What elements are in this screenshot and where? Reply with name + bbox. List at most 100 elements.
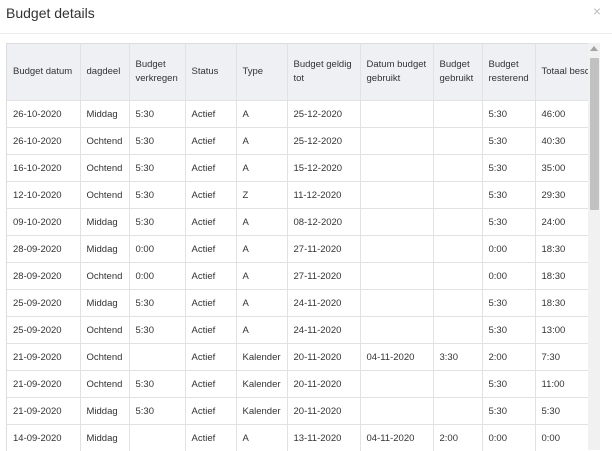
table-cell <box>433 209 482 236</box>
budget-table: Budget datum dagdeel Budget verkregen St… <box>7 44 589 451</box>
table-cell: 09-10-2020 <box>7 209 80 236</box>
table-cell: 5:30 <box>129 128 185 155</box>
table-cell: 2:00 <box>433 425 482 451</box>
table-cell: Middag <box>80 425 129 451</box>
column-header-budget-gebruikt[interactable]: Budget gebruikt <box>433 44 482 101</box>
table-row[interactable]: 16-10-2020Ochtend5:30ActiefA15-12-20205:… <box>7 155 589 182</box>
table-cell: 0:00 <box>535 425 589 451</box>
table-cell: 13-11-2020 <box>287 425 360 451</box>
table-cell <box>433 182 482 209</box>
table-row[interactable]: 25-09-2020Ochtend5:30ActiefA24-11-20205:… <box>7 317 589 344</box>
column-header-budget-resterend[interactable]: Budget resterend <box>482 44 535 101</box>
table-cell: 04-11-2020 <box>360 425 433 451</box>
scrollbar-thumb[interactable] <box>590 58 599 210</box>
column-header-budget-verkregen[interactable]: Budget verkregen <box>129 44 185 101</box>
table-cell: Ochtend <box>80 317 129 344</box>
table-cell: 5:30 <box>129 371 185 398</box>
budget-table-container[interactable]: Budget datum dagdeel Budget verkregen St… <box>6 43 589 451</box>
table-cell <box>433 290 482 317</box>
table-cell: 24-11-2020 <box>287 317 360 344</box>
table-cell: Actief <box>185 182 236 209</box>
table-cell: Ochtend <box>80 128 129 155</box>
table-cell: 5:30 <box>129 398 185 425</box>
table-row[interactable]: 09-10-2020Middag5:30ActiefA08-12-20205:3… <box>7 209 589 236</box>
table-cell: 25-09-2020 <box>7 290 80 317</box>
table-cell: A <box>236 263 287 290</box>
table-cell: 18:30 <box>535 236 589 263</box>
table-cell: 26-10-2020 <box>7 101 80 128</box>
chevron-up-icon[interactable] <box>590 46 598 51</box>
table-cell: 5:30 <box>482 209 535 236</box>
close-icon[interactable]: × <box>590 2 604 20</box>
table-cell: 29:30 <box>535 182 589 209</box>
table-row[interactable]: 28-09-2020Ochtend0:00ActiefA27-11-20200:… <box>7 263 589 290</box>
table-cell: Actief <box>185 263 236 290</box>
table-cell: 25-09-2020 <box>7 317 80 344</box>
table-cell <box>360 101 433 128</box>
table-cell: 15-12-2020 <box>287 155 360 182</box>
table-cell: 5:30 <box>482 182 535 209</box>
table-cell: 5:30 <box>129 182 185 209</box>
table-cell: 21-09-2020 <box>7 398 80 425</box>
table-cell: 2:00 <box>482 344 535 371</box>
table-cell: Middag <box>80 209 129 236</box>
table-cell: Actief <box>185 209 236 236</box>
table-row[interactable]: 28-09-2020Middag0:00ActiefA27-11-20200:0… <box>7 236 589 263</box>
dialog-title: Budget details <box>6 3 95 23</box>
table-cell: 11-12-2020 <box>287 182 360 209</box>
table-row[interactable]: 25-09-2020Middag5:30ActiefA24-11-20205:3… <box>7 290 589 317</box>
table-row[interactable]: 12-10-2020Ochtend5:30ActiefZ11-12-20205:… <box>7 182 589 209</box>
table-cell <box>360 263 433 290</box>
table-cell: Actief <box>185 425 236 451</box>
table-row[interactable]: 14-09-2020MiddagActiefA13-11-202004-11-2… <box>7 425 589 451</box>
table-cell: Middag <box>80 290 129 317</box>
table-cell: 20-11-2020 <box>287 398 360 425</box>
column-header-budget-geldig-tot[interactable]: Budget geldig tot <box>287 44 360 101</box>
table-cell <box>433 371 482 398</box>
table-cell: 5:30 <box>129 290 185 317</box>
table-cell <box>360 128 433 155</box>
table-cell <box>360 155 433 182</box>
table-cell: 26-10-2020 <box>7 128 80 155</box>
column-header-type[interactable]: Type <box>236 44 287 101</box>
table-cell: 5:30 <box>482 371 535 398</box>
table-row[interactable]: 21-09-2020Ochtend5:30ActiefKalender20-11… <box>7 371 589 398</box>
table-cell: 27-11-2020 <box>287 236 360 263</box>
table-cell: A <box>236 101 287 128</box>
table-row[interactable]: 26-10-2020Ochtend5:30ActiefA25-12-20205:… <box>7 128 589 155</box>
table-cell: 18:30 <box>535 263 589 290</box>
budget-details-dialog: Budget details × Budget datum dagdeel <box>0 0 612 450</box>
table-cell: Ochtend <box>80 371 129 398</box>
table-cell: 5:30 <box>482 398 535 425</box>
table-cell: 24-11-2020 <box>287 290 360 317</box>
table-cell: 21-09-2020 <box>7 344 80 371</box>
table-row[interactable]: 26-10-2020Middag5:30ActiefA25-12-20205:3… <box>7 101 589 128</box>
table-cell: A <box>236 128 287 155</box>
table-cell: Actief <box>185 398 236 425</box>
table-cell <box>360 209 433 236</box>
column-header-totaal-beschikbaar[interactable]: Totaal beschikbaar <box>535 44 589 101</box>
table-cell: A <box>236 209 287 236</box>
table-row[interactable]: 21-09-2020Middag5:30ActiefKalender20-11-… <box>7 398 589 425</box>
table-cell: 5:30 <box>482 317 535 344</box>
table-cell: 7:30 <box>535 344 589 371</box>
table-cell <box>433 236 482 263</box>
table-cell: 5:30 <box>129 155 185 182</box>
table-body: 26-10-2020Middag5:30ActiefA25-12-20205:3… <box>7 101 589 451</box>
table-header-row: Budget datum dagdeel Budget verkregen St… <box>7 44 589 101</box>
table-cell: 24:00 <box>535 209 589 236</box>
table-cell: A <box>236 425 287 451</box>
table-cell <box>360 317 433 344</box>
column-header-status[interactable]: Status <box>185 44 236 101</box>
column-header-datum-budget-gebruikt[interactable]: Datum budget gebruikt <box>360 44 433 101</box>
table-cell: Kalender <box>236 371 287 398</box>
table-cell: 11:00 <box>535 371 589 398</box>
table-cell <box>433 263 482 290</box>
table-cell: 5:30 <box>129 317 185 344</box>
column-header-budget-datum[interactable]: Budget datum <box>7 44 80 101</box>
column-header-dagdeel[interactable]: dagdeel <box>80 44 129 101</box>
table-row[interactable]: 21-09-2020OchtendActiefKalender20-11-202… <box>7 344 589 371</box>
table-cell: 5:30 <box>482 128 535 155</box>
table-cell <box>433 128 482 155</box>
table-cell: Kalender <box>236 398 287 425</box>
